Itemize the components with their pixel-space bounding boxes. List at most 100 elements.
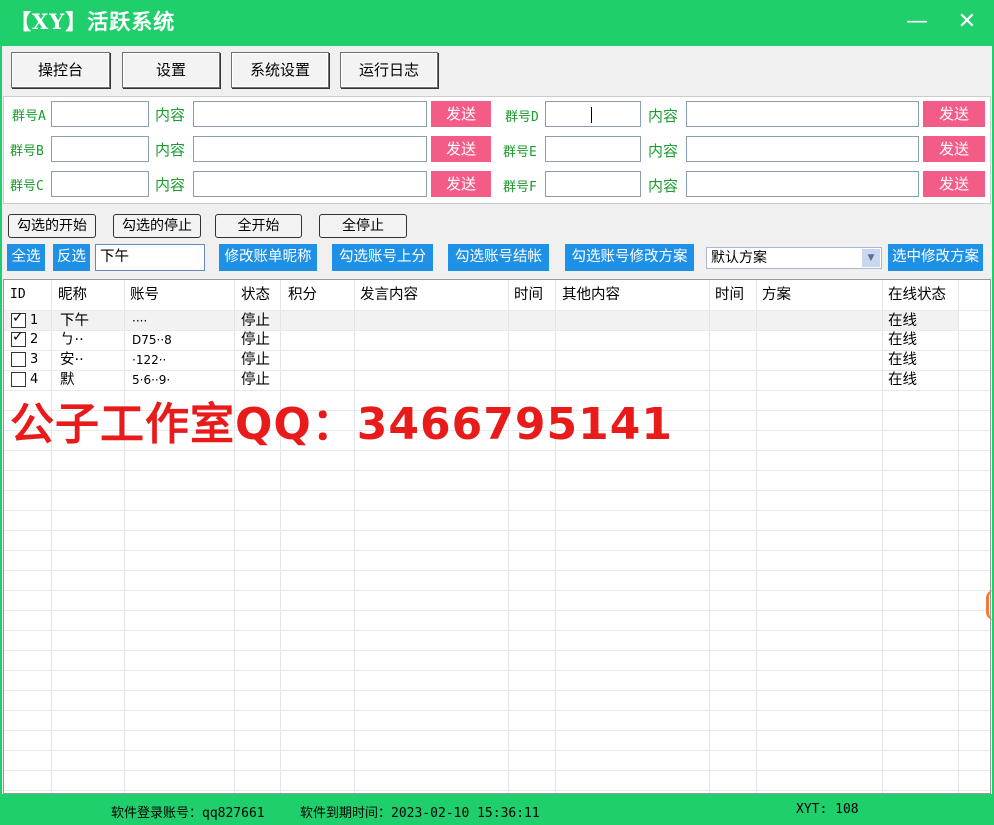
tab-run-log-button[interactable]: 运行日志	[340, 52, 438, 88]
row-status: 停止	[241, 352, 270, 368]
content-a-input[interactable]	[193, 101, 427, 127]
column-header-scheme[interactable]: 方案	[762, 280, 791, 310]
close-button[interactable]: ✕	[953, 8, 981, 36]
edge-decoration	[986, 590, 994, 620]
content-a-label: 内容	[155, 106, 186, 124]
invert-selection-button[interactable]: 反选	[53, 244, 90, 271]
grid-row-line	[4, 530, 990, 531]
row-id: 2	[30, 332, 39, 347]
group-d-input[interactable]	[545, 101, 641, 127]
grid-row-line	[4, 790, 990, 791]
row-id: 3	[30, 352, 39, 367]
row-nickname: 下午	[60, 313, 89, 329]
settle-account-button[interactable]: 勾选账号结帐	[448, 244, 549, 271]
grid-column-line	[508, 280, 509, 793]
grid-row-line	[4, 670, 990, 671]
row-nickname: 默	[60, 372, 75, 388]
content-b-input[interactable]	[193, 136, 427, 162]
rename-nickname-button[interactable]: 修改账单昵称	[219, 244, 317, 271]
column-header-id[interactable]: ID	[10, 280, 26, 310]
grid-column-line	[280, 280, 281, 793]
tab-system-settings-button[interactable]: 系统设置	[231, 52, 329, 88]
login-account-text: 软件登录账号：qq827661	[111, 806, 265, 821]
row-checkbox[interactable]	[11, 329, 26, 347]
grid-column-line	[51, 280, 52, 793]
xyt-count-text: XYT: 108	[796, 802, 859, 817]
minimize-button[interactable]: —	[903, 8, 931, 36]
group-b-label: 群号B	[10, 144, 44, 159]
send-c-button[interactable]: 发送	[431, 171, 491, 197]
grid-row-line	[4, 750, 990, 751]
content-c-input[interactable]	[193, 171, 427, 197]
row-nickname: 安··	[60, 352, 84, 368]
send-f-button[interactable]: 发送	[923, 171, 985, 197]
grid-column-line	[882, 280, 883, 793]
group-c-input[interactable]	[51, 171, 149, 197]
send-b-button[interactable]: 发送	[431, 136, 491, 162]
group-d-label: 群号D	[505, 110, 539, 125]
scheme-select[interactable]: 默认方案 ▼	[706, 247, 882, 269]
group-c-label: 群号C	[10, 179, 44, 194]
group-f-input[interactable]	[545, 171, 641, 197]
grid-row-line	[4, 690, 990, 691]
content-c-label: 内容	[155, 176, 186, 194]
content-f-label: 内容	[648, 177, 679, 195]
row-checkbox[interactable]	[11, 372, 26, 387]
content-d-input[interactable]	[686, 101, 919, 127]
chevron-down-icon[interactable]: ▼	[862, 249, 880, 267]
row-online: 在线	[888, 332, 917, 348]
column-header-message[interactable]: 发言内容	[360, 280, 418, 310]
grid-row-line	[4, 510, 990, 511]
send-d-button[interactable]: 发送	[923, 101, 985, 127]
grid-row-line	[4, 470, 990, 471]
stop-all-button[interactable]: 全停止	[319, 214, 407, 238]
grid-column-line	[958, 280, 959, 793]
grid-column-line	[234, 280, 235, 793]
content-e-label: 内容	[648, 142, 679, 160]
grid-row-line	[4, 630, 990, 631]
row-online: 在线	[888, 372, 917, 388]
row-status: 停止	[241, 313, 270, 329]
tab-console-button[interactable]: 操控台	[11, 52, 110, 88]
start-checked-button[interactable]: 勾选的开始	[8, 214, 96, 238]
watermark-text: 公子工作室QQ：3466795141	[10, 399, 673, 450]
group-b-input[interactable]	[51, 136, 149, 162]
grid-column-line	[124, 280, 125, 793]
send-e-button[interactable]: 发送	[923, 136, 985, 162]
column-header-points[interactable]: 积分	[288, 280, 317, 310]
grid-row-line	[4, 730, 990, 731]
row-nickname: ㄅ··	[60, 332, 84, 348]
grid-row-line	[4, 590, 990, 591]
select-all-button[interactable]: 全选	[7, 244, 45, 271]
column-header-time[interactable]: 时间	[514, 280, 543, 310]
group-f-label: 群号F	[503, 180, 537, 195]
column-header-nickname[interactable]: 昵称	[58, 280, 87, 310]
group-a-input[interactable]	[51, 101, 149, 127]
grid-column-line	[709, 280, 710, 793]
stop-checked-button[interactable]: 勾选的停止	[113, 214, 201, 238]
grid-row-line	[4, 310, 990, 311]
group-e-input[interactable]	[545, 136, 641, 162]
grid-row-line	[4, 490, 990, 491]
add-points-button[interactable]: 勾选账号上分	[332, 244, 433, 271]
content-f-input[interactable]	[686, 171, 919, 197]
row-online: 在线	[888, 352, 917, 368]
column-header-status[interactable]: 状态	[241, 280, 270, 310]
text-cursor	[591, 107, 592, 123]
filter-input[interactable]: 下午	[95, 244, 205, 271]
row-checkbox[interactable]	[11, 352, 26, 367]
apply-scheme-button[interactable]: 选中修改方案	[888, 244, 983, 271]
change-scheme-button[interactable]: 勾选账号修改方案	[565, 244, 694, 271]
grid-row-line	[4, 650, 990, 651]
column-header-other[interactable]: 其他内容	[562, 280, 620, 310]
row-checkbox[interactable]	[11, 310, 26, 328]
content-e-input[interactable]	[686, 136, 919, 162]
start-all-button[interactable]: 全开始	[215, 214, 302, 238]
grid-row-line	[4, 570, 990, 571]
expiry-time-text: 软件到期时间：2023-02-10 15:36:11	[300, 806, 540, 821]
column-header-time-2[interactable]: 时间	[715, 280, 744, 310]
send-a-button[interactable]: 发送	[431, 101, 491, 127]
column-header-account[interactable]: 账号	[130, 280, 159, 310]
tab-settings-button[interactable]: 设置	[122, 52, 220, 88]
column-header-online[interactable]: 在线状态	[888, 280, 946, 310]
